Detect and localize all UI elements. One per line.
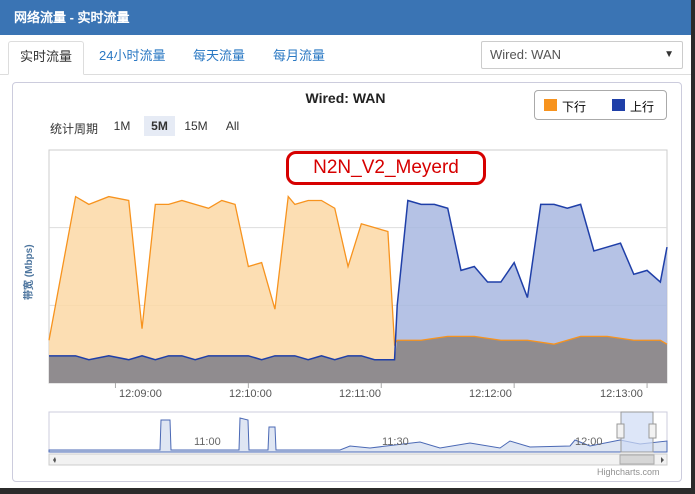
x-tick-1213: 12:13:00 (600, 388, 643, 400)
navigator-label-1200: 12:00 (575, 436, 603, 448)
credits-link[interactable]: Highcharts.com (597, 467, 660, 477)
navigator-selection[interactable] (620, 411, 654, 453)
annotation-label: N2N_V2_Meyerd (286, 151, 486, 185)
x-tick-1211: 12:11:00 (339, 388, 382, 400)
x-tick-1210: 12:10:00 (229, 388, 272, 400)
traffic-chart (48, 149, 668, 466)
x-tick-1209: 12:09:00 (119, 388, 162, 400)
page-bottom-edge (0, 488, 695, 494)
navigator-right-handle[interactable] (648, 423, 657, 439)
navigator-label-1100: 11:00 (194, 436, 221, 448)
x-tick-1212: 12:12:00 (469, 388, 512, 400)
scrollbar-thumb[interactable] (619, 454, 655, 465)
scrollbar-track[interactable] (48, 453, 668, 466)
navigator-label-1130: 11:30 (382, 436, 409, 448)
navigator-left-handle[interactable] (616, 423, 625, 439)
